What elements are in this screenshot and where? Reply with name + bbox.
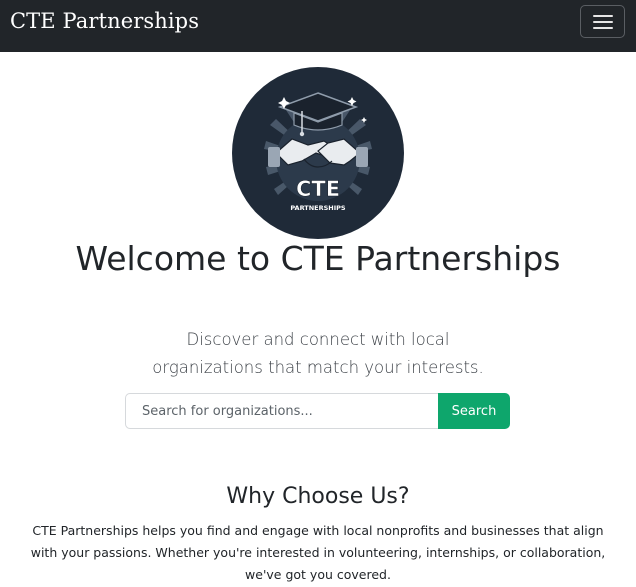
search-input[interactable] — [125, 393, 439, 429]
navbar-toggle-button[interactable] — [580, 5, 625, 38]
hamburger-menu-icon — [593, 15, 613, 17]
logo-text-main: CTE — [296, 177, 340, 201]
search-form: Search — [125, 393, 510, 429]
search-button[interactable]: Search — [438, 393, 510, 429]
hamburger-menu-icon-bar — [593, 21, 613, 23]
handshake-graduation-cap-icon: CTE PARTNERSHIPS — [264, 92, 372, 212]
hamburger-menu-icon-bar — [593, 27, 613, 29]
navbar-brand[interactable]: CTE Partnerships — [10, 9, 199, 33]
navbar: CTE Partnerships — [0, 0, 636, 52]
hero-title: Welcome to CTE Partnerships — [75, 239, 561, 278]
logo: CTE PARTNERSHIPS — [232, 67, 404, 239]
why-section-title: Why Choose Us? — [226, 484, 410, 509]
logo-text-sub: PARTNERSHIPS — [290, 204, 346, 212]
hero-subtitle: Discover and connect with local organiza… — [152, 330, 484, 377]
why-section-text: CTE Partnerships helps you find and enga… — [30, 523, 606, 582]
